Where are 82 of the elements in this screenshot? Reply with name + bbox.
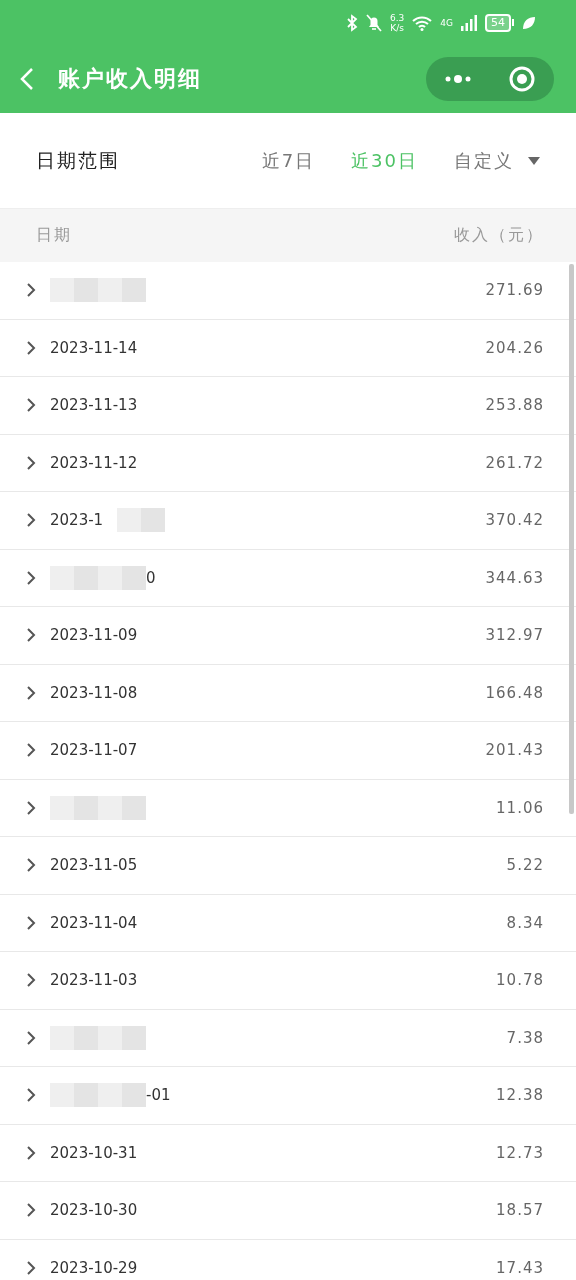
income-row[interactable]: 11.06 xyxy=(0,779,576,837)
amount-text: 11.06 xyxy=(496,798,544,817)
chevron-icon xyxy=(26,1029,36,1046)
chevron-icon xyxy=(26,454,36,471)
chevron-icon xyxy=(26,857,36,874)
amount-text: 261.72 xyxy=(485,453,544,472)
chevron-icon xyxy=(26,1202,36,1219)
chevron-icon xyxy=(26,1087,36,1104)
chevron-icon xyxy=(26,282,36,299)
leaf-icon xyxy=(522,15,536,30)
date-text: 2023-11-04 xyxy=(50,913,138,932)
muted-bell-icon xyxy=(365,13,382,32)
range-option[interactable]: 近7日 xyxy=(261,148,316,173)
income-row[interactable]: 2023-10-29 17.43 xyxy=(0,1239,576,1280)
battery-level: 54 xyxy=(485,13,511,32)
amount-text: 10.78 xyxy=(496,971,544,990)
income-row[interactable]: 2023-11-03 10.78 xyxy=(0,952,576,1010)
amount-text: 18.57 xyxy=(496,1201,544,1220)
chevron-icon xyxy=(26,339,36,356)
date-text: 2023-11-13 xyxy=(50,396,138,415)
date-text: 2023-1 xyxy=(50,511,104,530)
date-text: 2023-11-03 xyxy=(50,971,138,990)
chevron-icon xyxy=(26,569,36,586)
chevron-icon xyxy=(26,972,36,989)
income-row[interactable]: 2023-10-30 18.57 xyxy=(0,1182,576,1240)
chevron-icon xyxy=(26,512,36,529)
amount-text: 344.63 xyxy=(485,568,544,587)
amount-text: 166.48 xyxy=(485,683,544,702)
income-row[interactable]: 2023-10-31 12.73 xyxy=(0,1124,576,1182)
chevron-icon xyxy=(26,1259,36,1276)
amount-text: 8.34 xyxy=(506,913,544,932)
amount-text: 201.43 xyxy=(485,741,544,760)
back-icon[interactable] xyxy=(20,67,34,91)
more-icon xyxy=(443,74,473,84)
dropdown-caret-icon xyxy=(528,156,540,165)
chevron-icon xyxy=(26,914,36,931)
date-text: 2023-10-31 xyxy=(50,1143,138,1162)
date-text: 2023-10-29 xyxy=(50,1258,138,1277)
network-type: 4G xyxy=(440,17,453,28)
page-title: 账户收入明细 xyxy=(58,65,203,93)
chevron-icon xyxy=(26,684,36,701)
target-icon xyxy=(508,65,536,93)
date-text: 2023-11-08 xyxy=(50,683,138,702)
date-text: 2023-10-30 xyxy=(50,1201,138,1220)
chevron-icon xyxy=(26,1144,36,1161)
amount-text: 12.73 xyxy=(496,1143,544,1162)
chevron-icon xyxy=(26,627,36,644)
amount-text: 370.42 xyxy=(485,511,544,530)
network-speed: 6.3 xyxy=(389,12,405,23)
amount-text: 5.22 xyxy=(506,856,544,875)
chevron-icon xyxy=(26,397,36,414)
range-option[interactable]: 自定义 xyxy=(454,148,540,173)
income-row[interactable]: 7.38 xyxy=(0,1009,576,1067)
amount-text: 7.38 xyxy=(506,1028,544,1047)
date-text: 2023-11-09 xyxy=(50,626,138,645)
income-row[interactable]: 2023-11-05 5.22 xyxy=(0,837,576,895)
speed-unit: K/s xyxy=(390,22,404,33)
income-row[interactable]: 0 344.63 xyxy=(0,549,576,607)
amount-text: 12.38 xyxy=(496,1086,544,1105)
wifi-icon xyxy=(412,14,433,31)
amount-text: 312.97 xyxy=(485,626,544,645)
redaction-mosaic xyxy=(117,508,166,533)
column-header: 日期 xyxy=(36,225,72,246)
signal-icon xyxy=(461,14,477,31)
bluetooth-icon xyxy=(345,13,358,32)
amount-text: 271.69 xyxy=(485,281,544,300)
amount-text: 17.43 xyxy=(496,1258,544,1277)
income-row[interactable]: 2023-11-04 8.34 xyxy=(0,894,576,952)
chevron-icon xyxy=(26,799,36,816)
chevron-icon xyxy=(26,742,36,759)
date-text: 2023-11-07 xyxy=(50,741,138,760)
income-row[interactable]: -01 12.38 xyxy=(0,1067,576,1125)
income-row[interactable]: 271.69 xyxy=(0,262,576,320)
date-text: 0 xyxy=(146,568,156,587)
date-text: 2023-11-12 xyxy=(50,453,138,472)
column-header: 收入（元） xyxy=(454,225,544,246)
date-text: 2023-11-14 xyxy=(50,338,138,357)
date-text: 2023-11-05 xyxy=(50,856,138,875)
filter-label: 日期范围 xyxy=(36,147,121,173)
amount-text: 204.26 xyxy=(485,338,544,357)
date-text: -01 xyxy=(146,1086,171,1105)
amount-text: 253.88 xyxy=(485,396,544,415)
